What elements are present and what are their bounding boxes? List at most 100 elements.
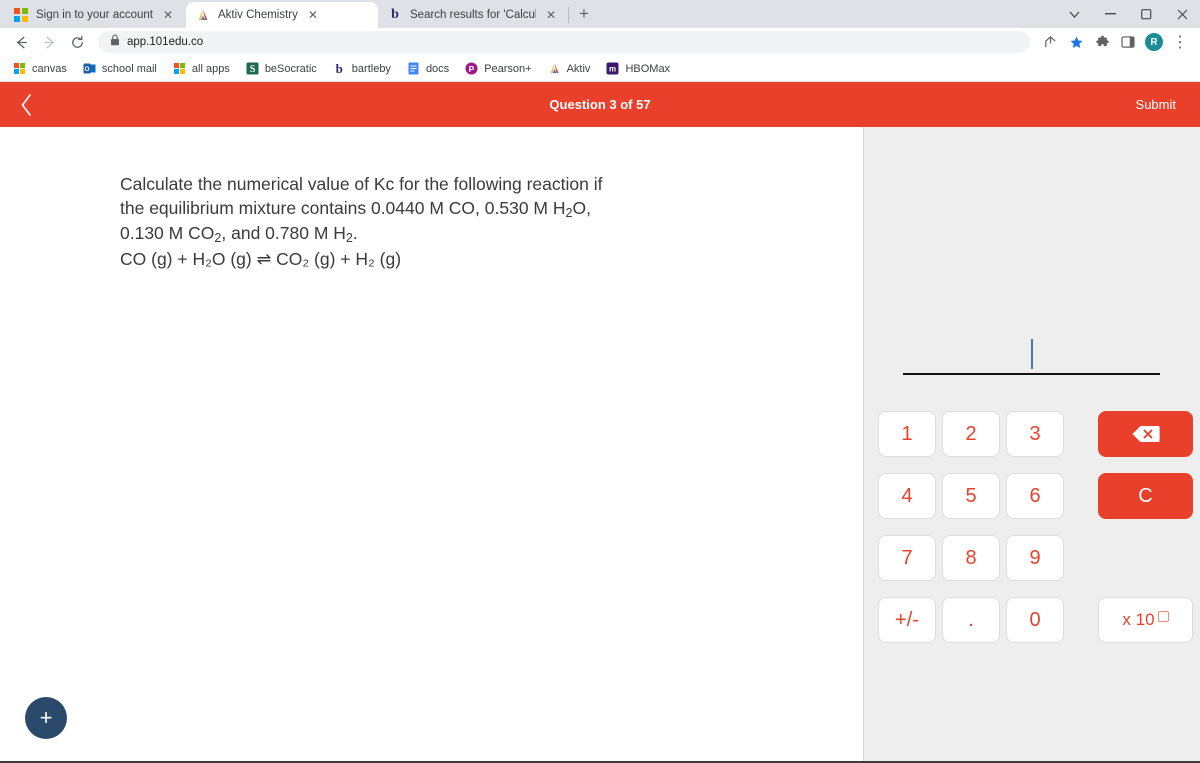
key-8[interactable]: 8: [942, 535, 1000, 581]
bookmark-label: school mail: [101, 62, 157, 75]
aktiv-app: Question 3 of 57 Submit Calculate the nu…: [0, 82, 1200, 763]
page-title: Question 3 of 57: [549, 97, 651, 112]
exponent-placeholder-box: [1157, 611, 1169, 622]
browser-tab-3[interactable]: b Search results for 'Calculate the n ✕: [378, 2, 566, 28]
subscript: 2: [345, 230, 353, 245]
keypad-gap: [1070, 473, 1092, 519]
key-2[interactable]: 2: [942, 411, 1000, 457]
google-docs-icon: [407, 62, 420, 75]
pearson-icon: P: [465, 62, 478, 75]
svg-text:P: P: [469, 64, 475, 74]
bookmark-star-icon[interactable]: [1064, 30, 1088, 54]
key-1[interactable]: 1: [878, 411, 936, 457]
text-caret: [1030, 339, 1033, 369]
bing-icon: b: [391, 7, 399, 22]
key-7[interactable]: 7: [878, 535, 936, 581]
hbomax-icon: m: [606, 62, 619, 75]
svg-text:O: O: [84, 66, 89, 73]
tab-close-icon[interactable]: ✕: [306, 9, 320, 21]
key-3[interactable]: 3: [1006, 411, 1064, 457]
key-4[interactable]: 4: [878, 473, 936, 519]
app-body: Calculate the numerical value of Kc for …: [0, 127, 1200, 761]
apps-icon: [173, 62, 186, 75]
browser-menu-icon[interactable]: ⋮: [1168, 30, 1192, 54]
new-tab-button[interactable]: +: [571, 1, 597, 27]
bookmark-label: all apps: [191, 62, 230, 75]
chemical-equation: CO (g) + H₂O (g) ⇌ CO₂ (g) + H₂ (g): [120, 248, 402, 269]
bookmark-label: HBOMax: [625, 62, 671, 75]
question-pane: Calculate the numerical value of Kc for …: [0, 127, 864, 761]
browser-toolbar: app.101edu.co R ⋮: [0, 28, 1200, 56]
tab-strip: Sign in to your account ✕ Aktiv Chemistr…: [0, 0, 1200, 28]
answer-input[interactable]: [903, 339, 1160, 375]
bookmark-label: docs: [425, 62, 450, 75]
exponent-label: x 10: [1122, 610, 1155, 629]
key-sign-toggle[interactable]: +/-: [878, 597, 936, 643]
bookmark-label: beSocratic: [264, 62, 317, 75]
keypad-gap: [1070, 411, 1092, 457]
tab-title: Aktiv Chemistry: [218, 9, 298, 21]
minimize-button[interactable]: [1092, 0, 1128, 28]
forward-button[interactable]: [36, 30, 62, 54]
svg-text:m: m: [609, 65, 616, 74]
bookmark-besocratic[interactable]: S beSocratic: [239, 60, 324, 77]
tab-title: Search results for 'Calculate the n: [410, 9, 536, 21]
answer-pane: 1 2 3 4 5 6 C 7 8 9 +/- . 0 x 10: [864, 127, 1200, 761]
maximize-button[interactable]: [1128, 0, 1164, 28]
add-button[interactable]: +: [25, 697, 67, 739]
key-9[interactable]: 9: [1006, 535, 1064, 581]
numeric-keypad: 1 2 3 4 5 6 C 7 8 9 +/- . 0 x 10: [878, 411, 1193, 643]
lock-icon: [110, 33, 120, 51]
keypad-gap: [1070, 535, 1092, 581]
bookmark-label: Pearson+: [484, 62, 532, 75]
bookmark-aktiv[interactable]: Aktiv: [541, 60, 598, 77]
outlook-icon: O: [83, 62, 96, 75]
question-line-2a: equilibrium mixture contains 0.0440 M CO…: [149, 197, 566, 218]
scientific-notation-button[interactable]: x 10: [1098, 597, 1193, 643]
clear-button[interactable]: C: [1098, 473, 1193, 519]
bookmark-school-mail[interactable]: O school mail: [76, 60, 164, 77]
tab-title: Sign in to your account: [36, 9, 153, 21]
bookmarks-bar: canvas O school mail all apps S beSocrat…: [0, 56, 1200, 82]
submit-button[interactable]: Submit: [1136, 97, 1176, 112]
bookmark-canvas[interactable]: canvas: [6, 60, 74, 77]
bookmark-docs[interactable]: docs: [400, 60, 456, 77]
svg-text:S: S: [250, 64, 256, 75]
bookmark-pearson[interactable]: P Pearson+: [458, 60, 538, 77]
key-decimal-point[interactable]: .: [942, 597, 1000, 643]
question-line-3a: CO: [188, 222, 215, 243]
key-0[interactable]: 0: [1006, 597, 1064, 643]
bookmark-all-apps[interactable]: all apps: [166, 60, 237, 77]
browser-tab-2[interactable]: Aktiv Chemistry ✕: [186, 2, 378, 28]
bookmark-label: Aktiv: [566, 62, 591, 75]
close-button[interactable]: [1164, 0, 1200, 28]
back-navigation-button[interactable]: [0, 82, 52, 127]
bartleby-icon: b: [335, 61, 343, 76]
bookmark-label: canvas: [32, 62, 67, 75]
address-bar[interactable]: app.101edu.co: [98, 31, 1030, 53]
avatar: R: [1145, 33, 1163, 51]
share-icon[interactable]: [1038, 30, 1062, 54]
question-line-3c: .: [352, 222, 358, 243]
backspace-button[interactable]: [1098, 411, 1193, 457]
aktiv-icon: [548, 62, 561, 75]
puzzle-icon[interactable]: [1090, 30, 1114, 54]
tab-close-icon[interactable]: ✕: [161, 9, 175, 21]
backspace-icon: [1132, 426, 1160, 442]
bookmark-bartleby[interactable]: b bartleby: [326, 60, 398, 77]
subscript: 2: [565, 205, 573, 220]
profile-avatar[interactable]: R: [1142, 30, 1166, 54]
toolbar-actions: R ⋮: [1032, 30, 1192, 54]
key-5[interactable]: 5: [942, 473, 1000, 519]
back-button[interactable]: [8, 30, 34, 54]
microsoft-icon: [14, 8, 28, 22]
browser-tab-1[interactable]: Sign in to your account ✕: [4, 2, 186, 28]
reload-button[interactable]: [64, 30, 90, 54]
key-6[interactable]: 6: [1006, 473, 1064, 519]
side-panel-icon[interactable]: [1116, 30, 1140, 54]
bookmark-hbomax[interactable]: m HBOMax: [599, 60, 677, 77]
question-line-3b: , and 0.780 M H: [221, 222, 346, 243]
aktiv-icon: [196, 8, 210, 22]
tab-close-icon[interactable]: ✕: [544, 9, 558, 21]
tab-search-icon[interactable]: [1056, 0, 1092, 28]
